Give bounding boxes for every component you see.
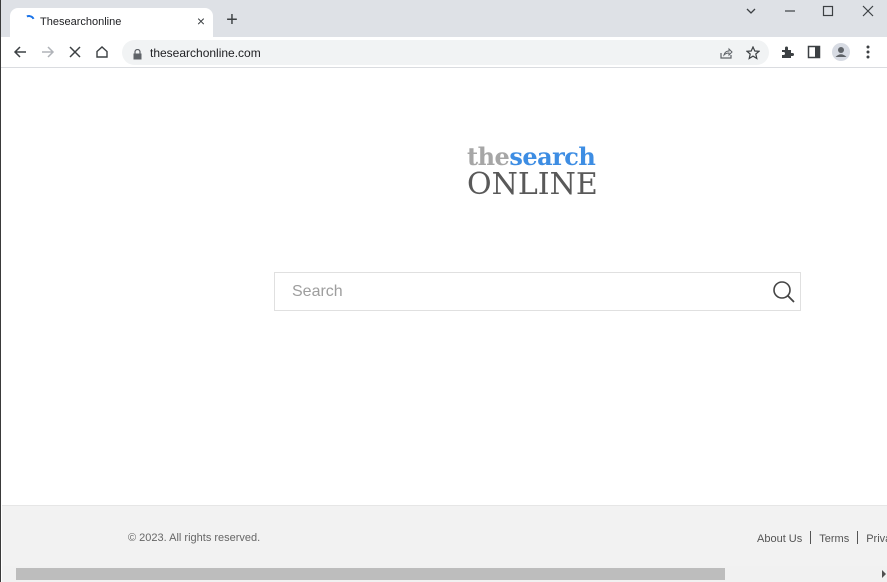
footer-divider bbox=[857, 531, 859, 544]
url-text[interactable]: thesearchonline.com bbox=[150, 46, 261, 60]
stop-icon[interactable] bbox=[65, 42, 85, 62]
horizontal-scrollbar[interactable] bbox=[2, 566, 887, 582]
copyright-text: © 2023. All rights reserved. bbox=[128, 532, 261, 544]
extensions-icon[interactable] bbox=[777, 42, 797, 62]
footer-links: About Us Terms Privacy bbox=[757, 531, 887, 545]
back-icon[interactable] bbox=[10, 42, 30, 62]
footer-divider bbox=[810, 531, 812, 544]
scrollbar-thumb[interactable] bbox=[16, 568, 725, 580]
tab-search-dropdown-icon[interactable] bbox=[741, 5, 761, 20]
address-bar[interactable]: thesearchonline.com bbox=[122, 40, 769, 65]
title-bar: Thesearchonline × + bbox=[1, 0, 887, 37]
minimize-button[interactable] bbox=[780, 5, 800, 20]
lock-icon[interactable] bbox=[133, 47, 142, 65]
site-logo[interactable]: thesearch ONLINE bbox=[467, 142, 598, 200]
close-window-button[interactable] bbox=[858, 5, 878, 20]
search-box bbox=[274, 272, 801, 311]
scroll-right-arrow-icon[interactable] bbox=[882, 570, 886, 578]
tab-title: Thesearchonline bbox=[40, 16, 122, 28]
browser-toolbar: thesearchonline.com bbox=[1, 37, 887, 68]
footer-link-about-us[interactable]: About Us bbox=[757, 533, 802, 545]
forward-icon[interactable] bbox=[38, 42, 58, 62]
page-footer: © 2023. All rights reserved. About Us Ter… bbox=[2, 505, 887, 566]
tab-thesearchonline[interactable]: Thesearchonline × bbox=[10, 8, 213, 37]
profile-icon[interactable] bbox=[831, 42, 851, 62]
browser-window: Thesearchonline × + thesearchonline.com … bbox=[0, 0, 887, 582]
footer-link-privacy[interactable]: Privacy bbox=[866, 533, 887, 545]
logo-online: ONLINE bbox=[467, 167, 598, 202]
new-tab-button[interactable]: + bbox=[222, 10, 242, 30]
star-icon[interactable] bbox=[743, 43, 763, 63]
tab-close-icon[interactable]: × bbox=[193, 13, 209, 29]
menu-icon[interactable] bbox=[858, 42, 878, 62]
footer-link-terms[interactable]: Terms bbox=[819, 533, 849, 545]
home-icon[interactable] bbox=[92, 42, 112, 62]
side-panel-icon[interactable] bbox=[804, 42, 824, 62]
loading-spinner-icon bbox=[21, 13, 37, 29]
search-icon[interactable] bbox=[772, 280, 796, 304]
maximize-button[interactable] bbox=[818, 5, 838, 20]
share-icon[interactable] bbox=[716, 43, 736, 63]
scroll-left-button[interactable] bbox=[2, 566, 16, 582]
search-input[interactable] bbox=[275, 273, 755, 310]
